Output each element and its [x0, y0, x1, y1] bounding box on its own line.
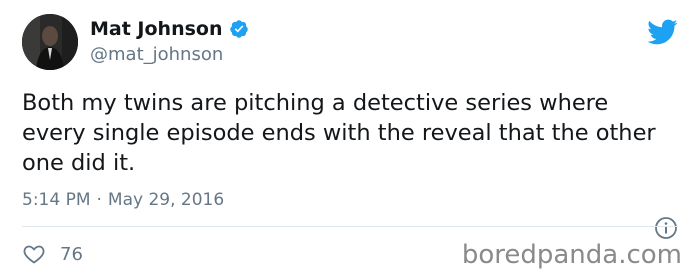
- avatar[interactable]: [22, 14, 78, 70]
- twitter-bird-icon[interactable]: [646, 16, 678, 48]
- tweet-card: Mat Johnson @mat_johnson Both my twins a…: [0, 0, 700, 280]
- tweet-timestamp[interactable]: 5:14 PM · May 29, 2016: [22, 190, 224, 210]
- divider: [22, 226, 678, 227]
- boredpanda-watermark: boredpanda.com: [461, 240, 682, 270]
- user-handle[interactable]: @mat_johnson: [90, 44, 223, 65]
- heart-icon[interactable]: [22, 242, 46, 266]
- timestamp-separator: ·: [96, 190, 102, 210]
- like-count: 76: [60, 243, 83, 265]
- tweet-date[interactable]: May 29, 2016: [108, 190, 224, 210]
- info-icon[interactable]: [654, 216, 678, 240]
- like-action[interactable]: 76: [22, 242, 83, 266]
- tweet-text: Both my twins are pitching a detective s…: [22, 90, 656, 176]
- display-name[interactable]: Mat Johnson: [90, 18, 223, 40]
- verified-badge-icon: [229, 19, 249, 39]
- display-name-row[interactable]: Mat Johnson: [90, 18, 249, 40]
- tweet-time[interactable]: 5:14 PM: [22, 190, 91, 210]
